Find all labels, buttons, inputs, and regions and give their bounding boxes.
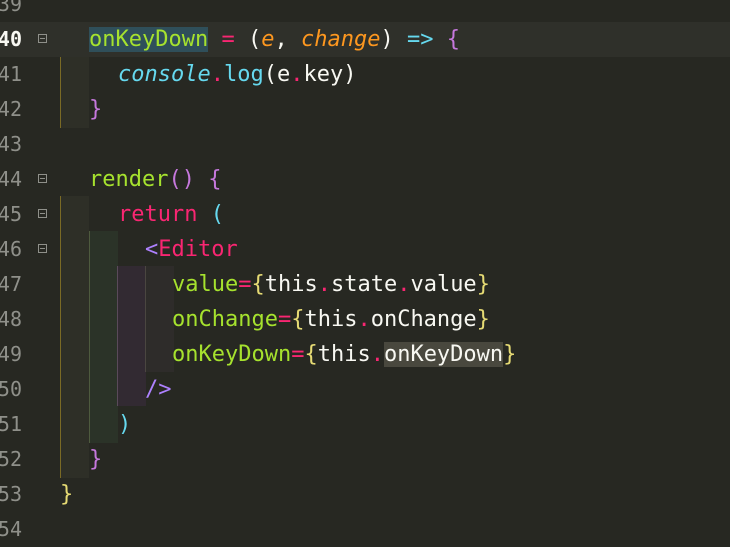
token-brace: } [503, 342, 517, 367]
line-number: 46 [0, 237, 22, 261]
token-param: e [261, 27, 275, 52]
token-this: this [317, 342, 371, 367]
selected-text[interactable]: onKeyDown [383, 342, 504, 367]
line-number: 40 [0, 27, 22, 51]
line-number: 53 [0, 482, 22, 506]
code-line[interactable]: 41 console.log(e.key) [0, 57, 730, 92]
token-paren: () [168, 167, 209, 192]
token-brace: { [446, 27, 460, 52]
line-number: 45 [0, 202, 22, 226]
token-property: onChange [370, 307, 477, 332]
code-editor[interactable]: 39 40 onKeyDown = (e, change) => { 41 co… [0, 0, 730, 541]
line-number: 41 [0, 62, 22, 86]
code-line[interactable]: 54 [0, 512, 730, 547]
token-property: value [410, 272, 477, 297]
token-dot: . [357, 307, 371, 332]
token-paren: ( [263, 62, 277, 87]
token-object: console [118, 62, 211, 87]
token-keyword: return [118, 202, 198, 227]
code-text: onKeyDown = (e, change) => { [89, 22, 460, 57]
token-property: state [330, 272, 398, 297]
code-line[interactable]: 49 onKeyDown={this.onKeyDown} [0, 337, 730, 372]
token-brace: } [476, 272, 490, 297]
code-line[interactable]: 44 render() { [0, 162, 730, 197]
token-brace: } [60, 482, 74, 507]
token-equals: = [238, 272, 252, 297]
token-equals: = [291, 342, 305, 367]
token-method: log [223, 62, 264, 87]
token-equals: = [277, 307, 292, 332]
code-line[interactable]: 47 value={this.state.value} [0, 267, 730, 302]
token-brace: } [89, 97, 103, 122]
token-brace: { [304, 342, 318, 367]
code-line-active[interactable]: 40 onKeyDown = (e, change) => { [0, 22, 730, 57]
token-dot: . [397, 272, 411, 297]
token-paren: ) [343, 62, 357, 87]
token-punct: , [274, 27, 301, 52]
line-number: 47 [0, 272, 22, 296]
token-function-name: onKeyDown [89, 27, 209, 52]
token-dot: . [210, 62, 224, 87]
line-number: 52 [0, 447, 22, 471]
code-line[interactable]: 43 [0, 127, 730, 162]
line-number: 50 [0, 377, 22, 401]
line-number: 43 [0, 132, 22, 156]
token-attribute: onKeyDown [172, 342, 292, 367]
token-tag-close: /> [145, 377, 172, 402]
token-tag-open: < [145, 237, 159, 262]
token-tag-name: Editor [158, 237, 238, 262]
token-brace: { [251, 272, 265, 297]
token-property: key [303, 62, 344, 87]
line-number: 44 [0, 167, 22, 191]
line-number: 48 [0, 307, 22, 331]
token-attribute: onChange [172, 307, 278, 332]
line-number: 54 [0, 517, 22, 541]
code-line[interactable]: 52 } [0, 442, 730, 477]
token-paren: ) [380, 27, 394, 52]
fold-toggle-icon[interactable] [38, 34, 47, 43]
token-param: change [300, 27, 381, 52]
line-number: 51 [0, 412, 22, 436]
code-line[interactable]: 39 [0, 0, 730, 22]
token-this: this [264, 272, 318, 297]
token-brace: } [89, 447, 103, 472]
token-dot: . [370, 342, 384, 367]
code-text: onKeyDown={this.onKeyDown} [172, 337, 516, 372]
token-this: this [304, 307, 358, 332]
token-var: e [276, 62, 291, 87]
token-brace: { [208, 167, 222, 192]
token-brace: } [476, 307, 490, 332]
code-line[interactable]: 50 /> [0, 372, 730, 407]
code-text: <Editor [145, 232, 238, 267]
code-text: render() { [89, 162, 221, 197]
token-paren: ) [118, 412, 132, 437]
line-number: 39 [0, 0, 22, 16]
code-text: console.log(e.key) [118, 57, 356, 92]
code-line[interactable]: 51 ) [0, 407, 730, 442]
token-operator: = [208, 27, 248, 52]
fold-toggle-icon[interactable] [38, 209, 47, 218]
token-attribute: value [172, 272, 239, 297]
token-arrow: => [393, 27, 447, 52]
code-text: return ( [118, 197, 224, 232]
token-paren: ( [210, 202, 224, 227]
line-number: 49 [0, 342, 22, 366]
code-text: value={this.state.value} [172, 267, 490, 302]
token-brace: { [291, 307, 305, 332]
token-dot: . [290, 62, 304, 87]
code-line[interactable]: 45 return ( [0, 197, 730, 232]
token-dot: . [317, 272, 331, 297]
code-line[interactable]: 48 onChange={this.onChange} [0, 302, 730, 337]
line-number: 42 [0, 97, 22, 121]
token-paren: ( [247, 27, 262, 52]
fold-toggle-icon[interactable] [38, 174, 47, 183]
code-text: onChange={this.onChange} [172, 302, 490, 337]
code-line[interactable]: 53 } [0, 477, 730, 512]
code-line[interactable]: 46 <Editor [0, 232, 730, 267]
code-line[interactable]: 42 } [0, 92, 730, 127]
fold-toggle-icon[interactable] [38, 244, 47, 253]
token-function-name: render [89, 167, 169, 192]
